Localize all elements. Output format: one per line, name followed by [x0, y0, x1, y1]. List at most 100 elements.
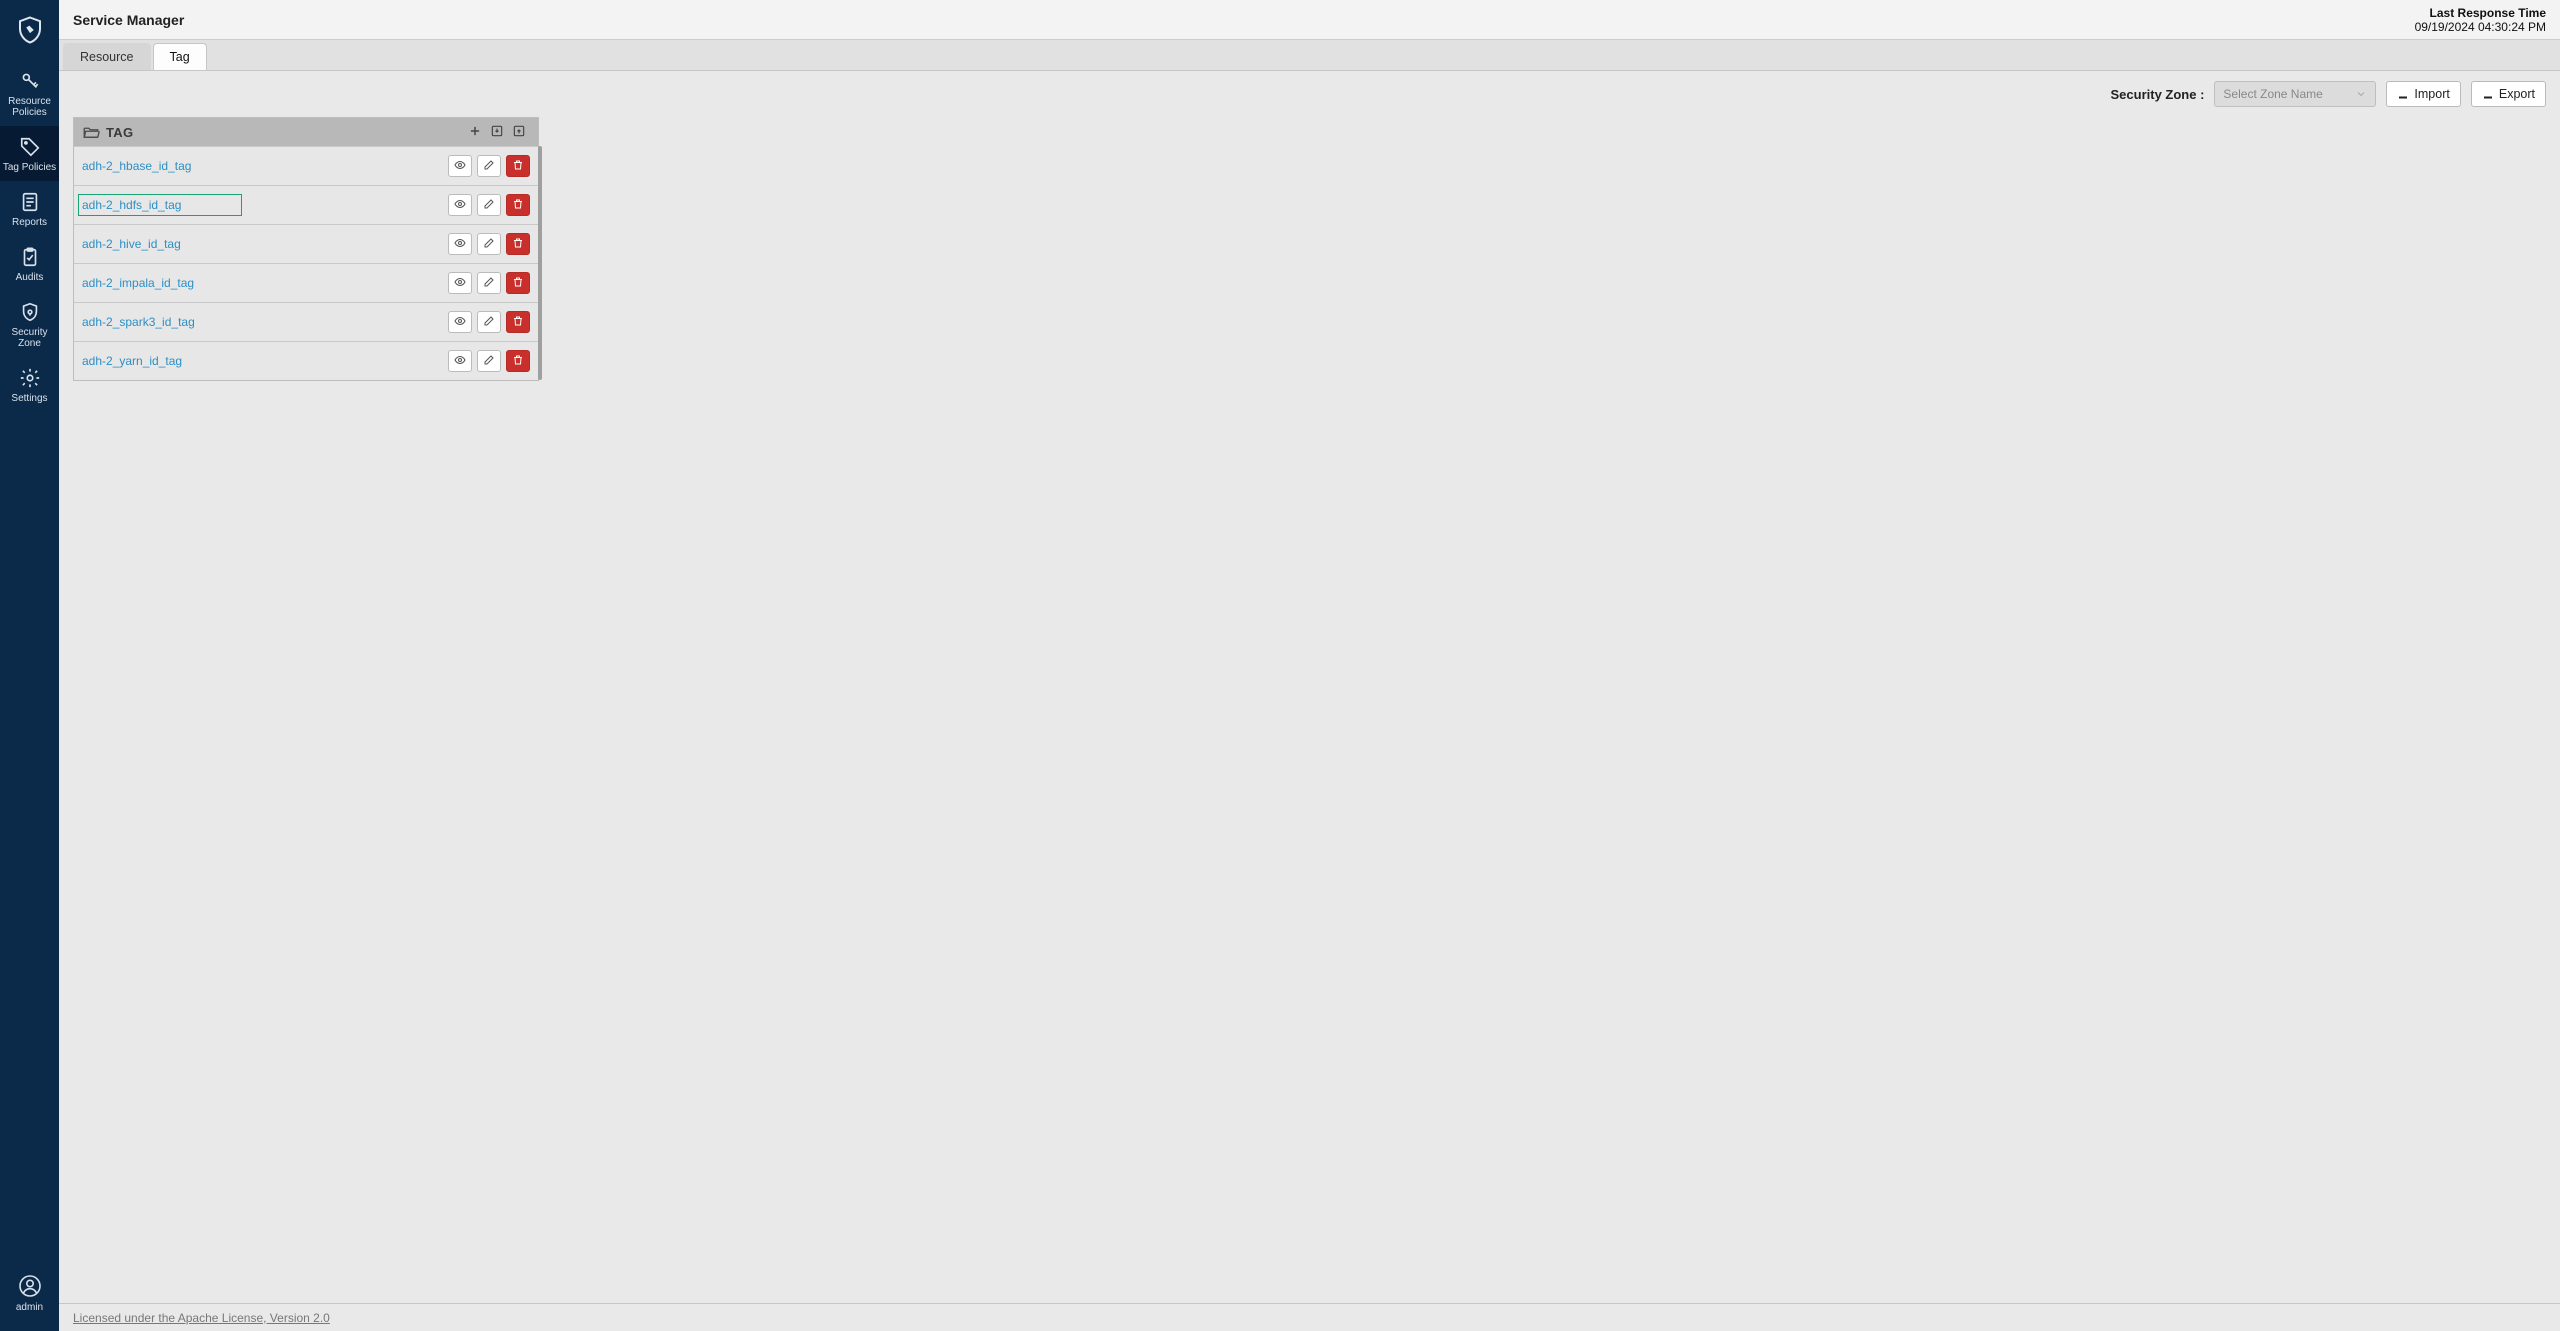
import-label: Import [2414, 87, 2449, 101]
tag-icon [19, 136, 41, 158]
export-icon [2482, 88, 2494, 100]
service-list: adh-2_hbase_id_tag adh-2_hdfs_id_tag adh-2… [74, 146, 538, 380]
trash-icon [512, 354, 524, 369]
user-icon [18, 1274, 42, 1298]
service-row-actions [448, 155, 530, 177]
view-service-button[interactable] [448, 233, 472, 255]
folder-open-icon [82, 123, 106, 141]
sidebar-item-label: Security Zone [2, 327, 57, 349]
eye-icon [454, 237, 466, 252]
tab-resource[interactable]: Resource [63, 43, 151, 70]
service-link[interactable]: adh-2_hdfs_id_tag [78, 194, 242, 216]
delete-service-button[interactable] [506, 155, 530, 177]
security-zone-select[interactable]: Select Zone Name [2214, 81, 2376, 107]
view-service-button[interactable] [448, 155, 472, 177]
export-button[interactable]: Export [2471, 81, 2546, 107]
sidebar-user-label: admin [2, 1302, 57, 1313]
delete-service-button[interactable] [506, 311, 530, 333]
service-row: adh-2_yarn_id_tag [74, 341, 538, 380]
service-link[interactable]: adh-2_spark3_id_tag [82, 315, 195, 329]
page-title: Service Manager [73, 12, 184, 28]
last-response-time: Last Response Time 09/19/2024 04:30:24 P… [2415, 6, 2546, 34]
edit-service-button[interactable] [477, 155, 501, 177]
clipboard-check-icon [19, 246, 41, 268]
sidebar-item-label: Settings [2, 393, 57, 404]
edit-icon [483, 198, 495, 213]
service-link[interactable]: adh-2_yarn_id_tag [82, 354, 182, 368]
tab-tag[interactable]: Tag [153, 43, 207, 70]
service-link[interactable]: adh-2_hbase_id_tag [82, 159, 191, 173]
view-service-button[interactable] [448, 350, 472, 372]
service-row: adh-2_hbase_id_tag [74, 146, 538, 185]
sidebar-item-security-zone[interactable]: Security Zone [0, 291, 59, 357]
download-square-icon [490, 124, 504, 138]
delete-service-button[interactable] [506, 233, 530, 255]
import-icon [2397, 88, 2409, 100]
scroll-indicator[interactable] [538, 146, 542, 380]
service-row-actions [448, 350, 530, 372]
sidebar-item-label: Tag Policies [2, 162, 57, 173]
edit-service-button[interactable] [477, 233, 501, 255]
sidebar-item-settings[interactable]: Settings [0, 357, 59, 412]
service-row: adh-2_hive_id_tag [74, 224, 538, 263]
view-service-button[interactable] [448, 272, 472, 294]
edit-icon [483, 237, 495, 252]
edit-service-button[interactable] [477, 311, 501, 333]
tag-panel: TAG adh [73, 117, 539, 381]
eye-icon [454, 315, 466, 330]
sidebar-item-reports[interactable]: Reports [0, 181, 59, 236]
tag-panel-header: TAG [74, 118, 538, 146]
export-label: Export [2499, 87, 2535, 101]
service-row-actions [448, 233, 530, 255]
service-row: adh-2_hdfs_id_tag [74, 185, 538, 224]
edit-icon [483, 159, 495, 174]
sidebar-user[interactable]: admin [0, 1262, 59, 1331]
import-button[interactable]: Import [2386, 81, 2460, 107]
service-link[interactable]: adh-2_hive_id_tag [82, 237, 181, 251]
delete-service-button[interactable] [506, 272, 530, 294]
edit-service-button[interactable] [477, 194, 501, 216]
sidebar-item-label: Resource Policies [2, 96, 57, 118]
view-service-button[interactable] [448, 194, 472, 216]
plus-icon [468, 124, 482, 138]
security-zone-placeholder: Select Zone Name [2223, 87, 2322, 101]
service-link[interactable]: adh-2_impala_id_tag [82, 276, 194, 290]
edit-service-button[interactable] [477, 272, 501, 294]
main-area: Service Manager Last Response Time 09/19… [59, 0, 2560, 1331]
trash-icon [512, 159, 524, 174]
header: Service Manager Last Response Time 09/19… [59, 0, 2560, 40]
export-services-button[interactable] [512, 124, 528, 140]
edit-service-button[interactable] [477, 350, 501, 372]
delete-service-button[interactable] [506, 350, 530, 372]
tag-panel-title: TAG [106, 125, 133, 140]
service-row: adh-2_impala_id_tag [74, 263, 538, 302]
gear-icon [19, 367, 41, 389]
license-link[interactable]: Licensed under the Apache License, Versi… [73, 1311, 330, 1325]
service-row: adh-2_spark3_id_tag [74, 302, 538, 341]
delete-service-button[interactable] [506, 194, 530, 216]
service-row-actions [448, 311, 530, 333]
import-services-button[interactable] [490, 124, 506, 140]
sidebar-item-audits[interactable]: Audits [0, 236, 59, 291]
ranger-logo[interactable] [0, 0, 59, 60]
view-service-button[interactable] [448, 311, 472, 333]
edit-icon [483, 315, 495, 330]
service-row-actions [448, 194, 530, 216]
trash-icon [512, 198, 524, 213]
sidebar-item-label: Reports [2, 217, 57, 228]
add-service-button[interactable] [468, 124, 484, 140]
eye-icon [454, 159, 466, 174]
chevron-down-icon [2355, 88, 2367, 100]
sidebar-nav: Resource Policies Tag Policies Reports [0, 60, 59, 412]
security-zone-label: Security Zone : [2111, 87, 2205, 102]
sidebar-item-resource-policies[interactable]: Resource Policies [0, 60, 59, 126]
footer: Licensed under the Apache License, Versi… [59, 1303, 2560, 1331]
edit-icon [483, 354, 495, 369]
last-response-label: Last Response Time [2415, 6, 2546, 20]
sidebar-item-tag-policies[interactable]: Tag Policies [0, 126, 59, 181]
edit-icon [483, 276, 495, 291]
last-response-value: 09/19/2024 04:30:24 PM [2415, 20, 2546, 34]
service-row-actions [448, 272, 530, 294]
tag-panel-actions [468, 124, 528, 140]
eye-icon [454, 276, 466, 291]
